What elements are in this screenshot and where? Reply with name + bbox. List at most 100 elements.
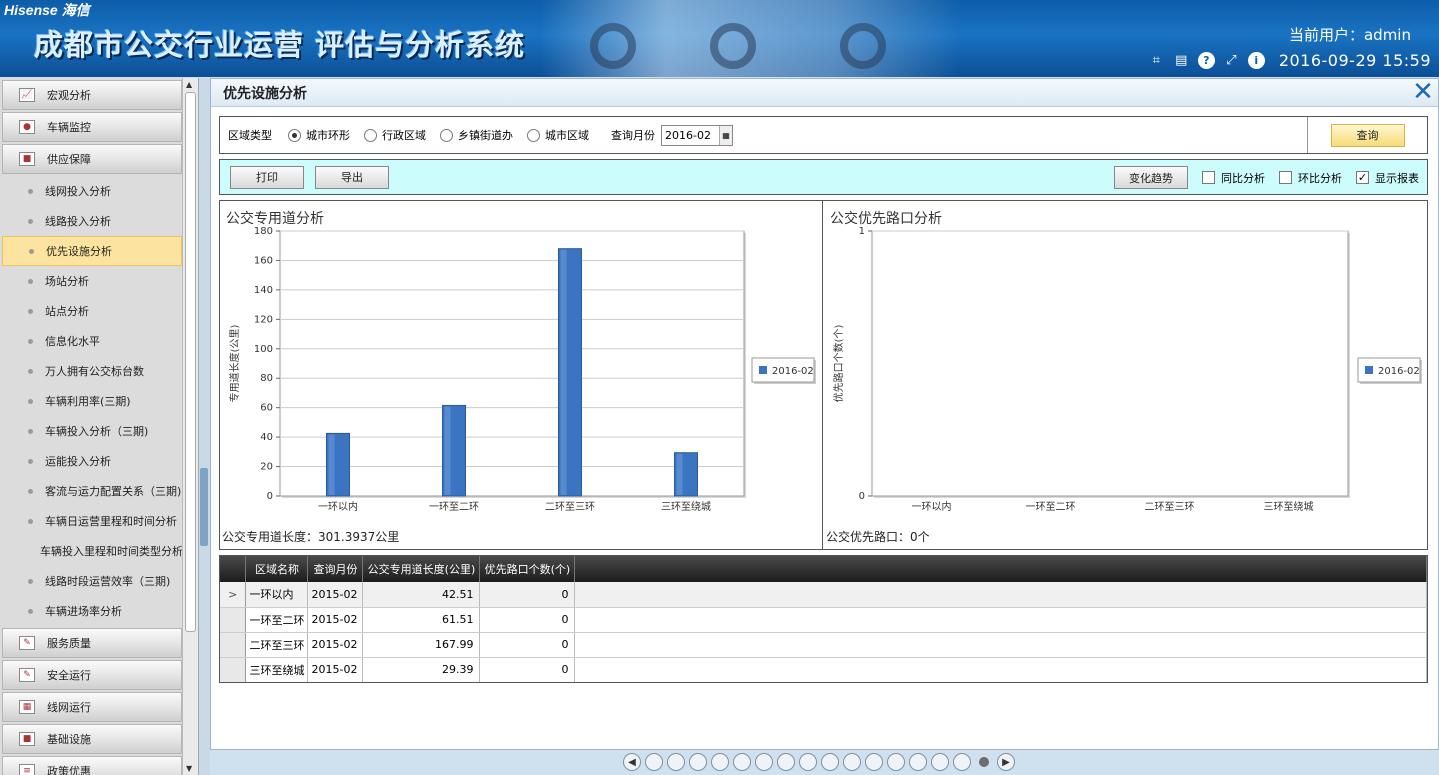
bullet-icon	[28, 218, 33, 224]
pager-dot[interactable]	[909, 753, 927, 771]
mom-checkbox[interactable]	[1279, 171, 1292, 184]
pager-next-icon[interactable]: ▶	[997, 753, 1015, 771]
pager-dot[interactable]	[711, 753, 729, 771]
collapse-handle[interactable]	[200, 468, 208, 546]
row-pointer-icon[interactable]: >	[220, 582, 247, 608]
pager-dot[interactable]	[799, 753, 817, 771]
sidebar-group-bottom2[interactable]: ▦ 线网运行	[2, 692, 182, 722]
sidebar-group-label: 供应保障	[47, 153, 91, 166]
sidebar-group-top2[interactable]: ■ 供应保障	[2, 144, 182, 174]
app-title: 成都市公交行业运营 评估与分析系统	[34, 28, 526, 62]
sidebar-item[interactable]: 站点分析	[2, 296, 182, 326]
bullet-icon	[28, 518, 33, 524]
priority-intersection-chart: 01优先路口个数(个)一环以内 一环至二环 二环至三环 三环至绕城2016-02	[832, 226, 1422, 513]
query-button[interactable]: 查询	[1330, 123, 1405, 147]
camera-icon: ●	[19, 120, 35, 134]
sidebar-item[interactable]: 线路时段运营效率（三期)	[2, 566, 182, 596]
table-cell: 一环以内	[245, 582, 309, 608]
pager-dot[interactable]	[865, 753, 883, 771]
month-input[interactable]: 2016-02 ▦	[661, 124, 733, 146]
datetime: 2016-09-29 15:59	[1278, 51, 1431, 70]
crop-icon[interactable]: ⌗	[1148, 52, 1165, 69]
x-tick-label: 一环至二环	[1026, 501, 1076, 513]
table-row[interactable]: 三环至绕城 2015-02 29.39 0	[220, 657, 1427, 682]
sidebar-item[interactable]: 运能投入分析	[2, 446, 182, 476]
pager-dot[interactable]	[755, 753, 773, 771]
row-header[interactable]	[220, 607, 247, 633]
scroll-up-icon[interactable]: ▲	[186, 80, 192, 89]
sidebar-item[interactable]: 信息化水平	[2, 326, 182, 356]
show-report-checkbox[interactable]: ✓	[1356, 171, 1369, 184]
table-cell: 42.51	[362, 582, 481, 608]
scrollbar-thumb[interactable]	[185, 92, 196, 632]
scroll-down-icon[interactable]: ▼	[186, 764, 192, 773]
table-row[interactable]: > 一环以内 2015-02 42.51 0	[220, 582, 1427, 608]
sidebar-group-bottom4[interactable]: ≡ 政策优惠	[2, 756, 182, 775]
pager-dot[interactable]	[667, 753, 685, 771]
restore-icon[interactable]: ⤢	[1223, 52, 1240, 69]
yoy-checkbox[interactable]	[1202, 171, 1215, 184]
legend-label: 2016-02	[772, 366, 814, 377]
print-button[interactable]: 打印	[230, 165, 304, 189]
pager-dot[interactable]	[979, 757, 989, 767]
pager-dot[interactable]	[821, 753, 839, 771]
close-icon[interactable]: ✕	[1411, 79, 1435, 105]
row-header[interactable]	[220, 632, 247, 658]
area-type-option-label: 城市环形	[306, 129, 350, 142]
bullet-icon	[28, 608, 33, 614]
sidebar-item[interactable]: 车辆进场率分析	[2, 596, 182, 626]
month-label: 查询月份	[611, 129, 655, 142]
row-header[interactable]	[220, 657, 247, 682]
calendar-icon[interactable]: ▦	[719, 125, 732, 145]
sidebar-group-bottom3[interactable]: ■ 基础设施	[2, 724, 182, 754]
column-header[interactable]: 查询月份	[307, 556, 364, 582]
sidebar-item[interactable]: 线路投入分析	[2, 206, 182, 236]
area-type-option-label: 城市区域	[545, 129, 589, 142]
sidebar-item[interactable]: 车辆利用率(三期)	[2, 386, 182, 416]
sidebar-group-top0[interactable]: 📈 宏观分析	[2, 80, 182, 110]
area-type-radio[interactable]	[364, 128, 377, 142]
pager-dot[interactable]	[953, 753, 971, 771]
sidebar-item[interactable]: 车辆投入里程和时间类型分析	[2, 536, 183, 566]
pager-dot[interactable]	[645, 753, 663, 771]
table-row[interactable]: 一环至二环 2015-02 61.51 0	[220, 607, 1427, 633]
y-tick-label: 100	[254, 344, 273, 355]
pager-dot[interactable]	[733, 753, 751, 771]
column-header[interactable]: 区域名称	[245, 556, 309, 582]
pager-dot[interactable]	[843, 753, 861, 771]
pager-dot[interactable]	[689, 753, 707, 771]
table-cell: 0	[479, 607, 576, 633]
sidebar-scrollbar[interactable]: ▲ ▼	[182, 78, 198, 775]
area-type-radio[interactable]	[440, 128, 453, 142]
column-header[interactable]: 优先路口个数(个)	[479, 556, 576, 582]
info-icon[interactable]: i	[1247, 52, 1265, 69]
pager-prev-icon[interactable]: ◀	[623, 753, 641, 771]
sidebar-item[interactable]: 优先设施分析	[2, 236, 182, 266]
sidebar-item[interactable]: 车辆日运营里程和时间分析	[2, 506, 182, 536]
sidebar-group-bottom1[interactable]: ✎ 安全运行	[2, 660, 182, 690]
sidebar-group-bottom0[interactable]: ✎ 服务质量	[2, 628, 182, 658]
trend-button[interactable]: 变化趋势	[1114, 166, 1188, 189]
legend-label: 2016-02	[1378, 366, 1420, 377]
brand-logo: Hisense 海信	[4, 2, 90, 18]
x-tick-label: 三环至绕城	[1264, 500, 1314, 513]
window-icon[interactable]: ▤	[1173, 52, 1190, 69]
pager-dot[interactable]	[931, 753, 949, 771]
pager-dot[interactable]	[887, 753, 905, 771]
sidebar-item[interactable]: 线网投入分析	[2, 176, 182, 206]
table-cell: 29.39	[362, 657, 481, 682]
sidebar-item[interactable]: 万人拥有公交标台数	[2, 356, 182, 386]
pager-dot[interactable]	[777, 753, 795, 771]
table-row[interactable]: 二环至三环 2015-02 167.99 0	[220, 632, 1427, 658]
column-header[interactable]: 公交专用道长度(公里)	[362, 556, 481, 582]
export-button[interactable]: 导出	[315, 165, 389, 189]
area-type-radio[interactable]	[288, 128, 301, 142]
sidebar-group-top1[interactable]: ● 车辆监控	[2, 112, 182, 142]
sidebar-item[interactable]: 车辆投入分析（三期)	[2, 416, 182, 446]
help-icon[interactable]: ?	[1197, 52, 1215, 69]
area-type-radio[interactable]	[527, 128, 540, 142]
sidebar-item[interactable]: 场站分析	[2, 266, 182, 296]
sidebar-item[interactable]: 客流与运力配置关系（三期)	[2, 476, 182, 506]
sidebar-splitter[interactable]	[199, 78, 210, 775]
bullet-icon	[28, 338, 33, 344]
